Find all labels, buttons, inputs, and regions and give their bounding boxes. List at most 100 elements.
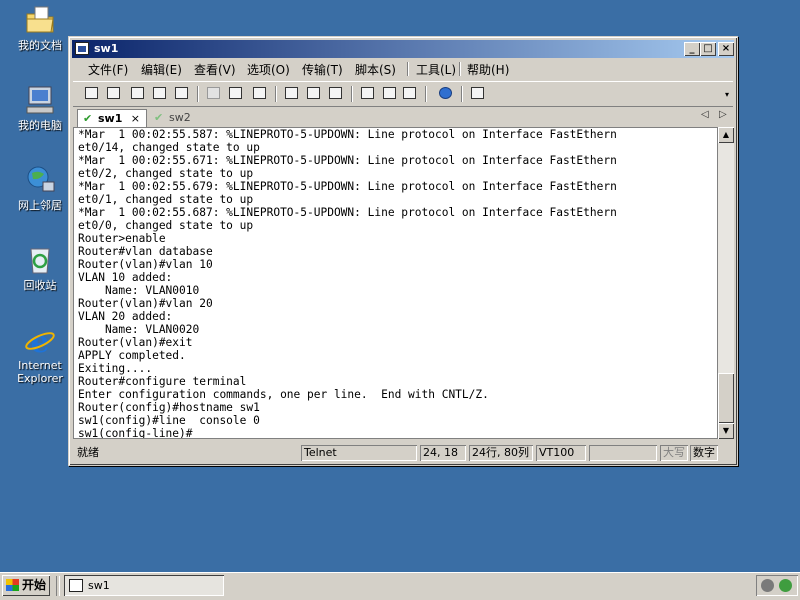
internet-explorer-icon: e [23,324,57,360]
tab-next-icon[interactable]: ▷ [719,109,727,120]
app-icon [75,42,89,55]
terminal-line: et0/1, changed state to up [78,193,254,206]
toolbar-separator [197,86,199,102]
svg-text:e: e [30,325,49,356]
scroll-thumb[interactable] [718,373,734,423]
connect-icon[interactable] [83,85,101,102]
terminal-line: Router#configure terminal [78,375,247,388]
print-setup-icon[interactable] [283,85,301,102]
status-emulation: VT100 [536,445,586,461]
tab-close-icon[interactable]: × [131,110,140,127]
desktop-icon-label: 回收站 [23,279,57,292]
key-map-icon[interactable] [401,85,419,102]
toolbar-separator [275,86,277,102]
start-button[interactable]: 开始 [2,575,50,596]
window-title: sw1 [94,42,119,55]
menu-tools[interactable]: 工具(L) [416,61,456,78]
reconnect-icon[interactable] [151,85,169,102]
quick-connect-icon[interactable] [105,85,123,102]
menu-file[interactable]: 文件(F) [88,61,128,78]
app-icon [69,579,83,592]
paste-icon[interactable] [227,85,245,102]
taskbar-separator [56,576,60,596]
tab-label: sw2 [169,111,191,124]
print-icon[interactable] [327,85,345,102]
security-tray-icon[interactable] [779,579,792,592]
desktop-icon-network-places[interactable]: 网上邻居 [8,164,72,212]
menu-edit[interactable]: 编辑(E) [141,61,182,78]
status-cursor: 24, 18 [420,445,466,461]
desktop-icon-label: 我的文档 [18,39,62,52]
scroll-down-icon[interactable]: ▼ [718,423,734,439]
terminal-line: et0/0, changed state to up [78,219,254,232]
tab-prev-icon[interactable]: ◁ [701,109,709,120]
terminal-line: Router(vlan)#vlan 10 [78,258,213,271]
connect-tab-icon[interactable] [129,85,147,102]
desktop-icon-my-documents[interactable]: 我的文档 [8,4,72,52]
terminal-line: Router(config)#hostname sw1 [78,401,260,414]
network-tray-icon[interactable] [761,579,774,592]
tab-label: sw1 [98,112,123,125]
toolbar-separator [351,86,353,102]
terminal-line: Router>enable [78,232,166,245]
terminal-line: Exiting.... [78,362,153,375]
desktop-icon-my-computer[interactable]: 我的电脑 [8,84,72,132]
status-ready: 就绪 [77,446,99,459]
terminal-line: VLAN 10 added: [78,271,173,284]
about-icon[interactable] [469,85,487,102]
terminal-line: et0/2, changed state to up [78,167,254,180]
terminal-line: *Mar 1 00:02:55.587: %LINEPROTO-5-UPDOWN… [78,128,617,141]
window-titlebar[interactable]: sw1 _ □ × [72,40,734,58]
taskbar: 开始 sw1 [0,572,800,600]
vertical-scrollbar[interactable]: ▲ ▼ [718,127,734,439]
terminal-line: *Mar 1 00:02:55.679: %LINEPROTO-5-UPDOWN… [78,180,617,193]
windows-logo-icon [6,579,19,591]
status-caps: 大写 [660,445,688,461]
my-documents-icon [23,4,57,36]
terminal-line: et0/14, changed state to up [78,141,260,154]
terminal-line: APPLY completed. [78,349,186,362]
menu-options[interactable]: 选项(O) [247,61,290,78]
toolbar-separator [425,86,427,102]
toolbar-separator [461,86,463,102]
terminal-output[interactable]: *Mar 1 00:02:55.587: %LINEPROTO-5-UPDOWN… [73,127,718,439]
desktop-icon-label: 网上邻居 [18,199,62,212]
desktop-icon-label: Internet Explorer [17,359,63,385]
global-options-icon[interactable] [381,85,399,102]
desktop-icon-internet-explorer[interactable]: e Internet Explorer [8,324,72,385]
maximize-button[interactable]: □ [700,42,716,56]
terminal-line: Router(vlan)#exit [78,336,193,349]
system-tray [756,575,798,596]
status-size: 24行, 80列 [469,445,533,461]
taskbar-label: sw1 [88,579,110,592]
find-icon[interactable] [251,85,269,102]
terminal-line: Router#vlan database [78,245,213,258]
menu-script[interactable]: 脚本(S) [355,61,396,78]
tab-sw1[interactable]: ✔ sw1 × [77,109,147,127]
disconnect-icon[interactable] [173,85,191,102]
toolbar-chevron-icon[interactable]: ▾ [725,90,729,99]
my-computer-icon [23,84,57,116]
recycle-bin-icon [23,244,57,276]
help-icon[interactable] [437,85,455,102]
menu-help[interactable]: 帮助(H) [467,61,509,78]
scroll-up-icon[interactable]: ▲ [718,127,734,143]
menu-separator [407,62,409,76]
close-button[interactable]: × [718,42,734,56]
connected-check-icon: ✔ [154,111,164,124]
minimize-button[interactable]: _ [684,42,700,56]
terminal-line: Router(vlan)#vlan 20 [78,297,213,310]
menubar: 文件(F) 编辑(E) 查看(V) 选项(O) 传输(T) 脚本(S) 工具(L… [73,59,733,79]
desktop-icon-label: 我的电脑 [18,119,62,132]
menu-view[interactable]: 查看(V) [194,61,236,78]
terminal-line: sw1(config-line)# [78,427,193,439]
status-num: 数字 [690,445,718,461]
desktop-icon-recycle-bin[interactable]: 回收站 [8,244,72,292]
taskbar-button-sw1[interactable]: sw1 [64,575,224,596]
session-options-icon[interactable] [359,85,377,102]
terminal-line: *Mar 1 00:02:55.687: %LINEPROTO-5-UPDOWN… [78,206,617,219]
menu-transfer[interactable]: 传输(T) [302,61,343,78]
tab-sw2[interactable]: ✔ sw2 [149,109,209,127]
print-selection-icon[interactable] [305,85,323,102]
copy-icon[interactable] [205,85,223,102]
